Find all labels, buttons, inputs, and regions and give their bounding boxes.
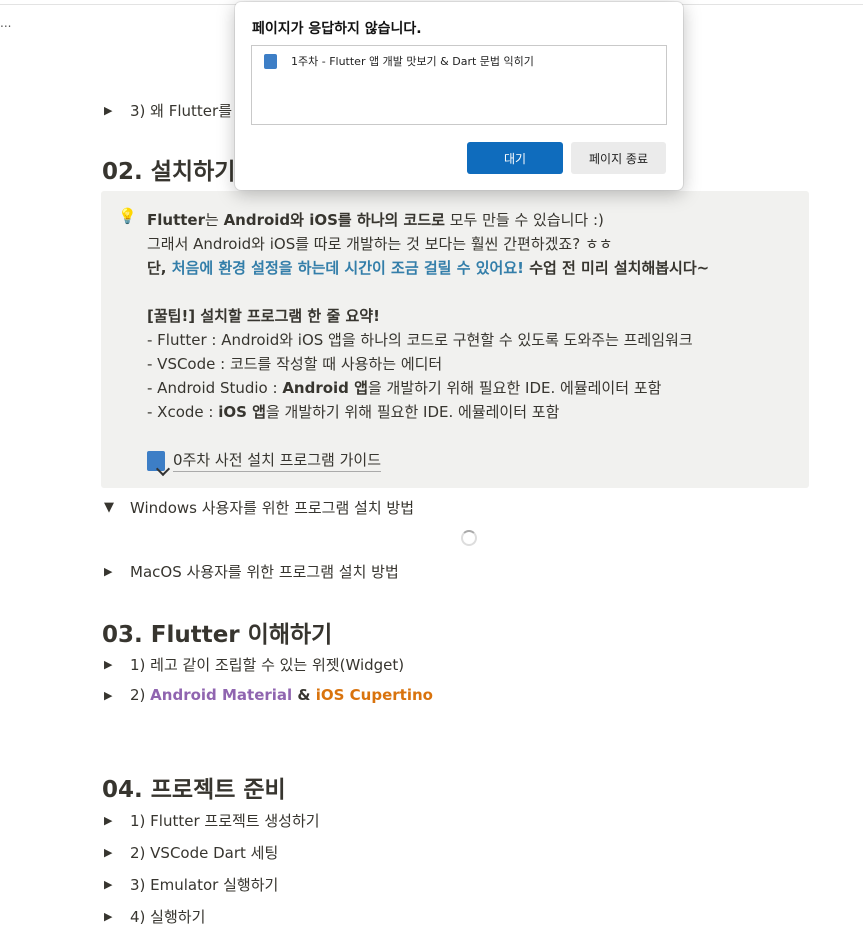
android-material-text: Android Material <box>150 686 293 704</box>
wait-button[interactable]: 대기 <box>467 142 563 174</box>
text-flutter: Flutter <box>147 211 205 229</box>
text: 수업 전 미리 설치해봅시다~ <box>523 259 710 277</box>
toggle-label: 2) VSCode Dart 세팅 <box>130 844 279 862</box>
end-page-button[interactable]: 페이지 종료 <box>571 142 666 174</box>
tip-title-text: [꿀팁!] 설치할 프로그램 한 줄 요약! <box>147 307 380 325</box>
ellipsis: ... <box>0 16 12 30</box>
toggle-macos[interactable]: ▶ MacOS 사용자를 위한 프로그램 설치 방법 <box>104 561 399 582</box>
loading-spinner-icon <box>461 530 477 546</box>
text: 을 개발하기 위해 필요한 IDE. 에뮬레이터 포함 <box>265 403 560 421</box>
collapsed-arrow-icon[interactable]: ▶ <box>104 910 130 923</box>
text: 는 <box>204 211 224 229</box>
collapsed-arrow-icon[interactable]: ▶ <box>104 846 130 859</box>
toggle-widget[interactable]: ▶ 1) 레고 같이 조립할 수 있는 위젯(Widget) <box>104 654 404 675</box>
guide-link-label: 0주차 사전 설치 프로그램 가이드 <box>173 449 382 472</box>
tip-title: [꿀팁!] 설치할 프로그램 한 줄 요약! <box>147 305 380 326</box>
tip-xcode: - Xcode : iOS 앱을 개발하기 위해 필요한 IDE. 에뮬레이터 … <box>147 401 559 422</box>
text-ios-app: iOS 앱 <box>218 403 266 421</box>
toggle-run[interactable]: ▶ 4) 실행하기 <box>104 906 205 927</box>
text: - Xcode : <box>147 403 219 421</box>
section-heading-install: 02. 설치하기 <box>102 159 236 185</box>
section-heading-flutter: 03. Flutter 이해하기 <box>102 622 333 648</box>
text: 모두 만들 수 있습니다 :) <box>444 211 604 229</box>
text: - Android Studio : <box>147 379 283 397</box>
callout-line-1: Flutter는 Android와 iOS를 하나의 코드로 모두 만들 수 있… <box>147 209 604 230</box>
toggle-label: 4) 실행하기 <box>130 908 206 926</box>
expanded-arrow-icon[interactable]: ▼ <box>104 500 130 515</box>
collapsed-arrow-icon[interactable]: ▶ <box>104 814 130 827</box>
dialog-page-list[interactable]: 1주차 - Flutter 앱 개발 맛보기 & Dart 문법 익히기 <box>251 45 667 125</box>
text: 단, <box>147 259 172 277</box>
tip-vscode: - VSCode : 코드를 작성할 때 사용하는 에디터 <box>147 355 443 373</box>
callout-box: 💡 Flutter는 Android와 iOS를 하나의 코드로 모두 만들 수… <box>101 191 809 488</box>
tip-android-studio: - Android Studio : Android 앱을 개발하기 위해 필요… <box>147 377 661 398</box>
toggle-label: Windows 사용자를 위한 프로그램 설치 방법 <box>130 499 414 517</box>
toggle-vscode-dart[interactable]: ▶ 2) VSCode Dart 세팅 <box>104 842 278 863</box>
text: 을 개발하기 위해 필요한 IDE. 에뮬레이터 포함 <box>367 379 662 397</box>
toggle-create-project[interactable]: ▶ 1) Flutter 프로젝트 생성하기 <box>104 810 320 831</box>
text: 와 <box>290 211 310 229</box>
toggle-windows[interactable]: ▼ Windows 사용자를 위한 프로그램 설치 방법 <box>104 497 414 518</box>
toggle-label: 2) Android Material & iOS Cupertino <box>130 686 433 704</box>
collapsed-arrow-icon[interactable]: ▶ <box>104 878 130 891</box>
toggle-material-cupertino[interactable]: ▶ 2) Android Material & iOS Cupertino <box>104 686 433 704</box>
toggle-emulator[interactable]: ▶ 3) Emulator 실행하기 <box>104 874 278 895</box>
highlight-text: 처음에 환경 설정을 하는데 시간이 조금 걸릴 수 있어요! <box>171 259 524 277</box>
dialog-list-item-label: 1주차 - Flutter 앱 개발 맛보기 & Dart 문법 익히기 <box>291 55 534 68</box>
dialog-title: 페이지가 응답하지 않습니다. <box>252 21 422 37</box>
callout-line-3: 단, 처음에 환경 설정을 하는데 시간이 조금 걸릴 수 있어요! 수업 전 … <box>147 257 709 278</box>
page-link-icon <box>147 450 165 471</box>
guide-page-link[interactable]: 0주차 사전 설치 프로그램 가이드 <box>147 449 382 472</box>
toggle-label: MacOS 사용자를 위한 프로그램 설치 방법 <box>130 563 399 581</box>
text: & <box>292 686 316 704</box>
text-ios: iOS <box>309 211 338 229</box>
collapsed-arrow-icon[interactable]: ▶ <box>104 104 130 117</box>
collapsed-arrow-icon[interactable]: ▶ <box>104 658 130 671</box>
section-heading-project: 04. 프로젝트 준비 <box>102 777 286 803</box>
text: 2) <box>130 686 151 704</box>
toggle-why-flutter[interactable]: ▶ 3) 왜 Flutter를 <box>104 100 232 121</box>
page-icon <box>264 53 277 69</box>
text-android-app: Android 앱 <box>282 379 368 397</box>
callout-line-2: 그래서 Android와 iOS를 따로 개발하는 것 보다는 훨씬 간편하겠죠… <box>147 235 613 253</box>
lightbulb-icon: 💡 <box>118 207 137 225</box>
toggle-label: 1) 레고 같이 조립할 수 있는 위젯(Widget) <box>130 656 405 674</box>
ios-cupertino-text: iOS Cupertino <box>315 686 433 704</box>
toggle-label: 3) 왜 Flutter를 <box>130 102 232 120</box>
collapsed-arrow-icon[interactable]: ▶ <box>104 689 130 702</box>
dialog-list-item[interactable]: 1주차 - Flutter 앱 개발 맛보기 & Dart 문법 익히기 <box>264 53 534 69</box>
collapsed-arrow-icon[interactable]: ▶ <box>104 565 130 578</box>
toggle-label: 1) Flutter 프로젝트 생성하기 <box>130 812 320 830</box>
toggle-label: 3) Emulator 실행하기 <box>130 876 279 894</box>
text: 를 하나의 코드로 <box>337 211 445 229</box>
tip-flutter: - Flutter : Android와 iOS 앱을 하나의 코드로 구현할 … <box>147 331 693 349</box>
unresponsive-page-dialog: 페이지가 응답하지 않습니다. 1주차 - Flutter 앱 개발 맛보기 &… <box>235 2 683 190</box>
text-android: Android <box>223 211 291 229</box>
